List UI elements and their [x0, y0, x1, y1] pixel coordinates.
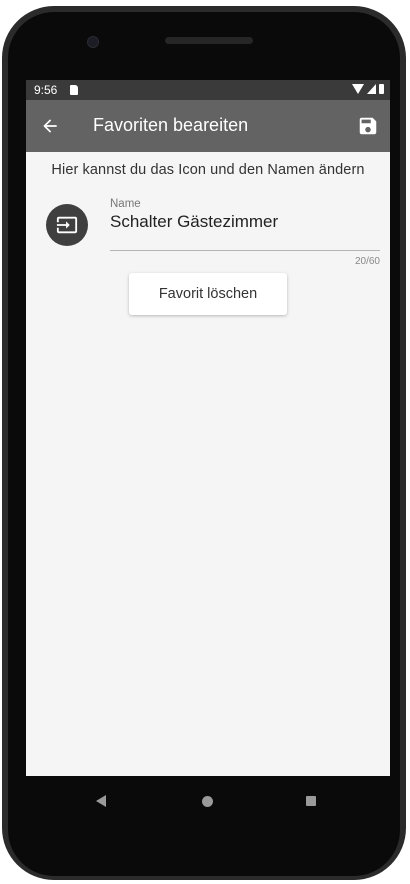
status-icons	[352, 84, 384, 94]
nav-home-icon[interactable]	[202, 796, 213, 807]
name-field: Name	[110, 198, 380, 251]
sim-card-icon	[70, 85, 78, 95]
screen: 9:56 Favoriten beareiten Hier kannst du …	[26, 80, 390, 776]
page-title: Favoriten beareiten	[93, 115, 249, 135]
wifi-icon	[352, 84, 364, 94]
name-input[interactable]	[110, 212, 370, 232]
status-time: 9:56	[34, 83, 58, 97]
signal-icon	[367, 84, 376, 94]
favorite-icon-picker[interactable]	[46, 204, 88, 246]
back-button[interactable]	[34, 110, 66, 142]
hint-text: Hier kannst du das Icon und den Namen än…	[51, 162, 365, 178]
arrow-back-icon	[43, 119, 57, 133]
character-counter: 20/60	[354, 256, 380, 267]
nav-back-icon[interactable]	[96, 795, 106, 807]
input-icon	[56, 216, 78, 234]
front-camera	[87, 36, 99, 48]
delete-favorite-button[interactable]: Favorit löschen	[129, 273, 287, 315]
status-bar: 9:56	[26, 80, 390, 100]
battery-icon	[379, 84, 384, 94]
save-icon	[359, 117, 377, 135]
navigation-bar	[26, 776, 390, 826]
name-label: Name	[110, 198, 141, 210]
app-bar: Favoriten beareiten	[26, 100, 390, 152]
nav-recents-icon[interactable]	[306, 796, 316, 806]
save-button[interactable]	[352, 110, 384, 142]
earpiece-speaker	[165, 37, 253, 44]
